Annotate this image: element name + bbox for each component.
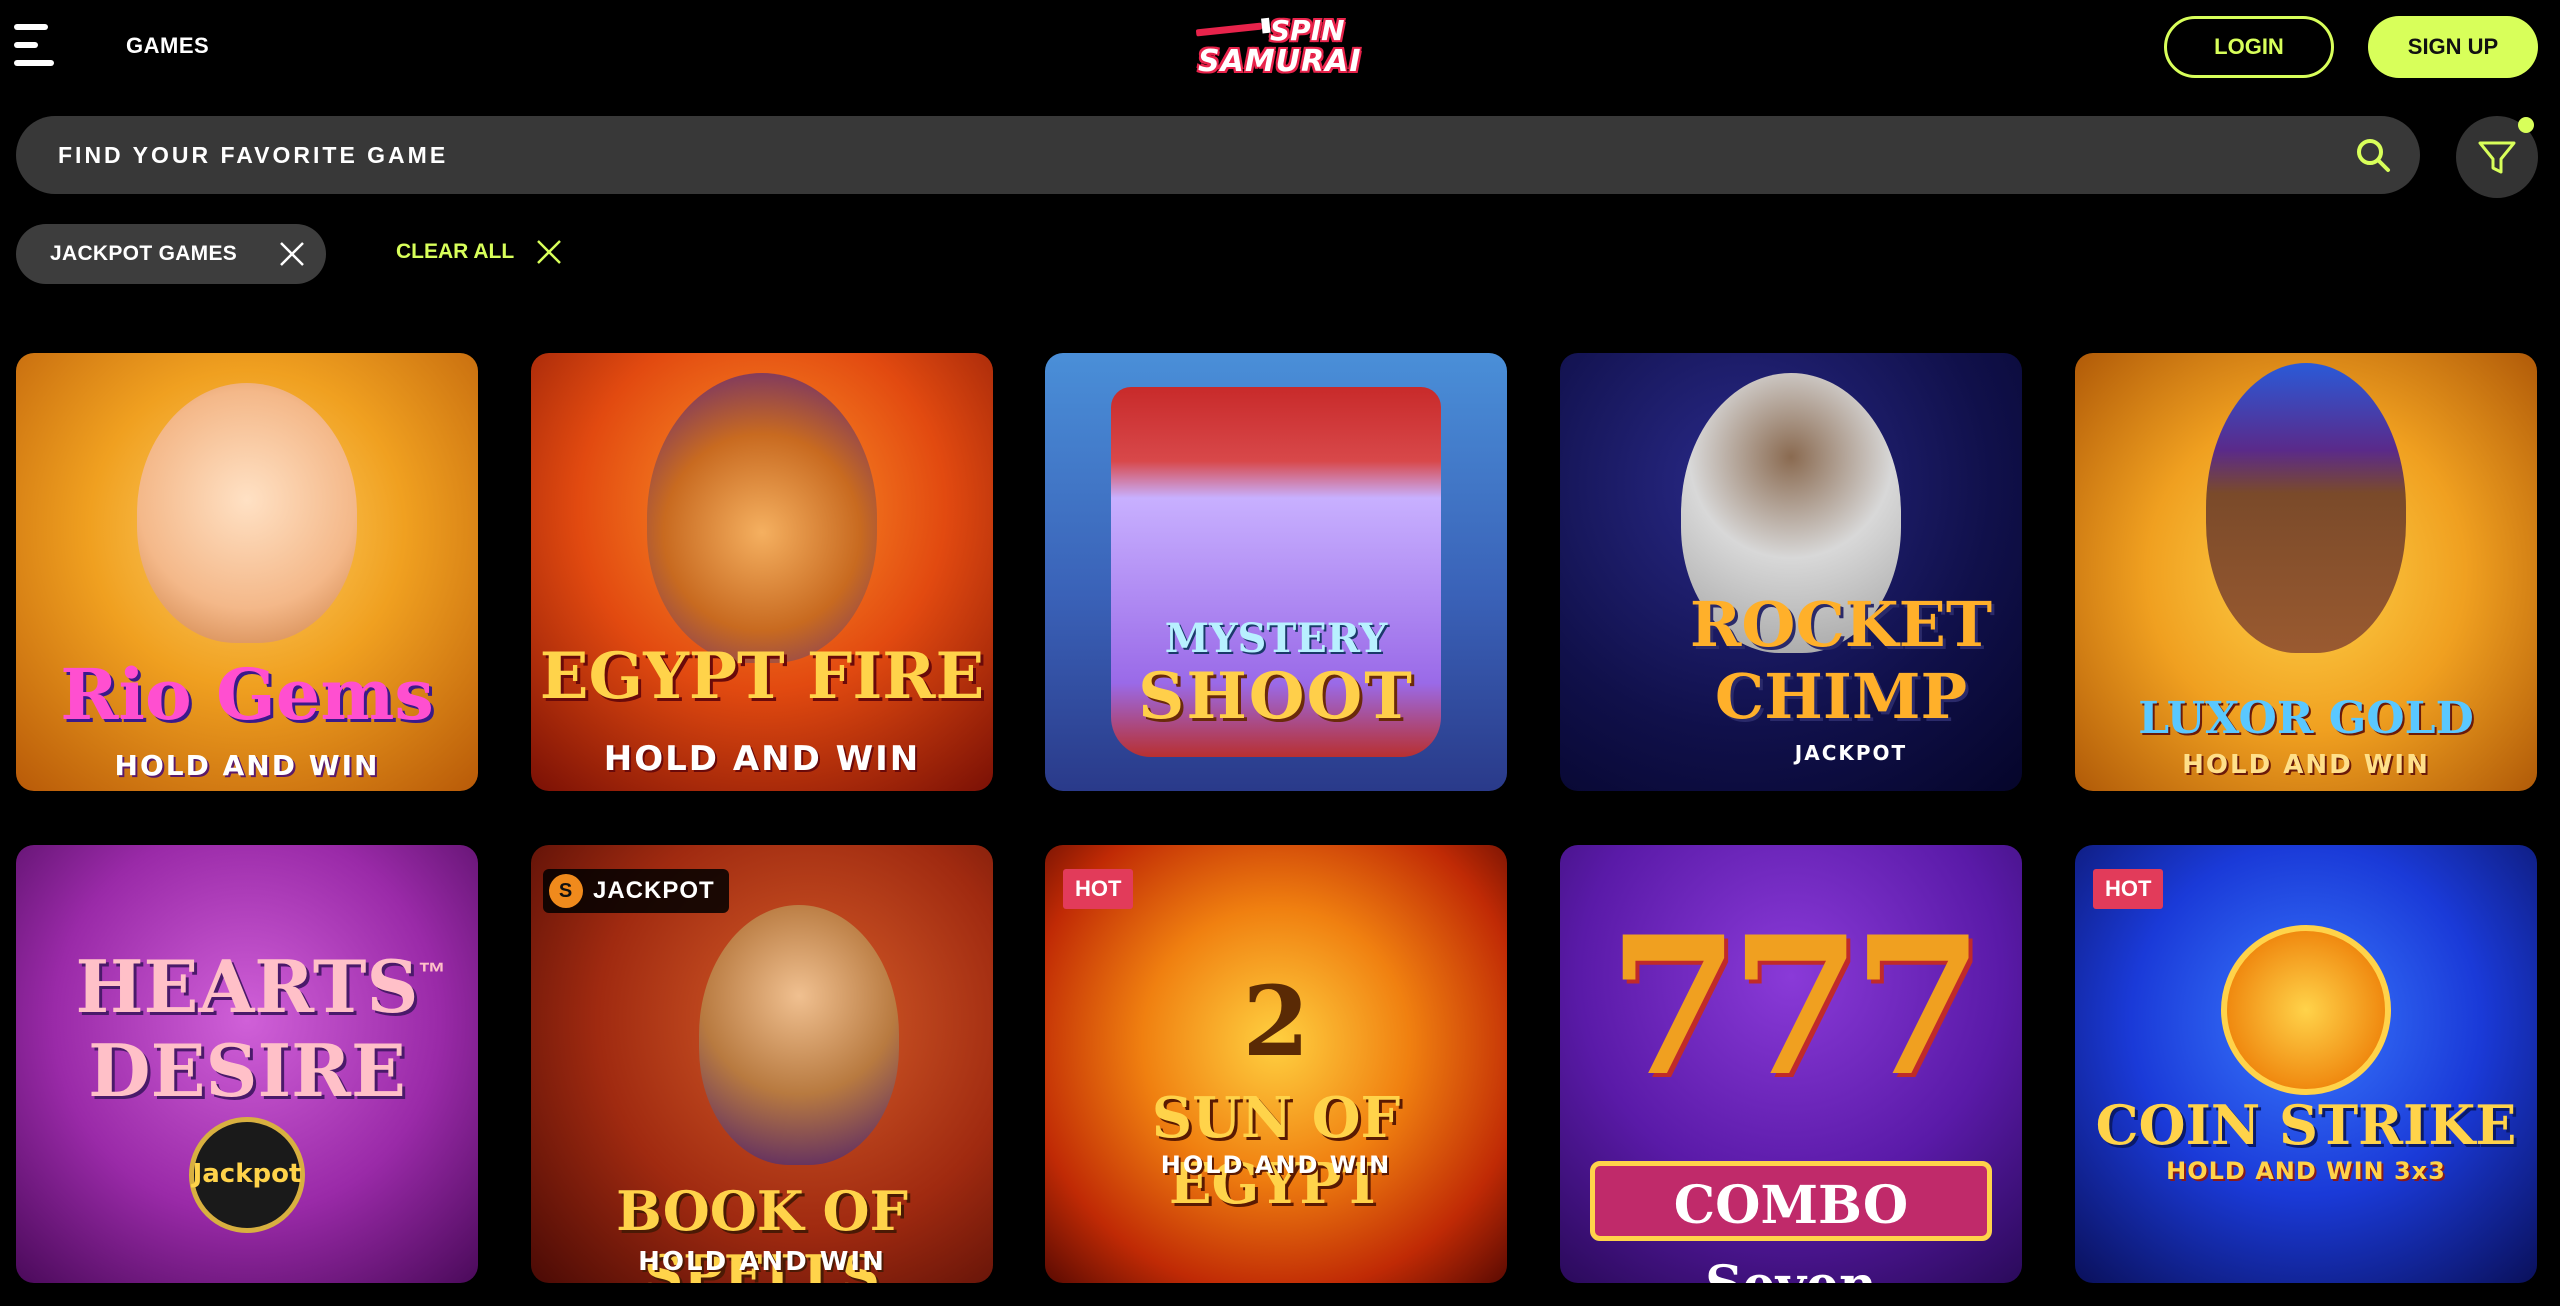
game-subtitle: HOLD AND WIN 3x3 <box>2166 1157 2446 1185</box>
filter-funnel-icon <box>2478 141 2516 174</box>
game-tile[interactable]: LUXOR GOLD HOLD AND WIN <box>2075 353 2537 791</box>
game-tile[interactable]: S JACKPOT BOOK OF SPELLS HOLD AND WIN <box>531 845 993 1283</box>
top-header: GAMES SPIN SAMURAI LOGIN SIGN UP <box>0 0 2560 96</box>
game-tile[interactable]: HEARTS DESIRE ™ Jackpot <box>16 845 478 1283</box>
filter-chip-jackpot-games: JACKPOT GAMES <box>16 224 326 284</box>
game-title: COIN STRIKE <box>2095 1093 2517 1157</box>
game-subtitle: HOLD AND WIN <box>1160 1151 1392 1179</box>
close-icon[interactable] <box>278 240 306 268</box>
game-title: ROCKET CHIMP <box>1689 588 1993 733</box>
clear-all-button[interactable]: CLEAR ALL <box>396 240 514 264</box>
game-subtitle: HOLD AND WIN <box>114 749 380 782</box>
game-subtitle: Jackpot <box>192 1159 302 1189</box>
badge-label: JACKPOT <box>593 877 715 904</box>
hot-badge: HOT <box>1063 869 1134 909</box>
game-subtitle: HOLD AND WIN <box>638 1247 886 1277</box>
signup-button[interactable]: SIGN UP <box>2368 16 2538 78</box>
coin-icon: S <box>549 874 583 908</box>
logo-text-line2: SAMURAI <box>1198 44 1362 79</box>
search-icon[interactable] <box>2354 136 2392 174</box>
search-input[interactable] <box>58 116 2258 194</box>
game-artwork <box>647 373 877 663</box>
game-subtitle: JACKPOT <box>1794 741 1908 765</box>
game-artwork <box>698 905 899 1165</box>
game-title: EGYPT FIRE <box>539 639 985 714</box>
game-tile[interactable]: HOT 2 SUN OF EGYPT HOLD AND WIN <box>1045 845 1507 1283</box>
game-tile[interactable]: MYSTERY SHOOT <box>1045 353 1507 791</box>
spin-samurai-logo[interactable]: SPIN SAMURAI <box>1195 12 1361 79</box>
game-tile[interactable]: EGYPT FIRE HOLD AND WIN <box>531 353 993 791</box>
filter-chip-label: JACKPOT GAMES <box>50 242 238 265</box>
game-tile[interactable]: Rio Gems HOLD AND WIN <box>16 353 478 791</box>
game-subtitle: SHOOT <box>1138 659 1414 734</box>
game-title: COMBO Seven <box>1590 1161 1992 1283</box>
game-title: HEARTS DESIRE <box>75 944 419 1113</box>
search-bar <box>16 116 2420 194</box>
game-title: Rio Gems <box>60 653 434 736</box>
game-title: MYSTERY <box>1164 615 1388 662</box>
game-title: LUXOR GOLD <box>2138 693 2474 744</box>
game-subtitle: HOLD AND WIN <box>2182 750 2430 780</box>
game-number: 2 <box>1242 965 1310 1078</box>
game-artwork <box>137 383 357 643</box>
hot-badge: HOT <box>2093 869 2164 909</box>
game-tile[interactable]: 777 COMBO Seven <box>1560 845 2022 1283</box>
game-tile[interactable]: ROCKET CHIMP JACKPOT <box>1560 353 2022 791</box>
game-artwork <box>2206 363 2406 653</box>
game-subtitle: HOLD AND WIN <box>603 739 921 779</box>
sword-logo-icon <box>1195 22 1263 37</box>
clear-all-close-icon[interactable] <box>535 238 563 266</box>
games-nav-link[interactable]: GAMES <box>126 33 209 59</box>
trademark-symbol: ™ <box>418 957 446 988</box>
game-tile[interactable]: HOT COIN STRIKE HOLD AND WIN 3x3 <box>2075 845 2537 1283</box>
logo-text-line1: SPIN <box>1270 14 1345 47</box>
jackpot-badge: S JACKPOT <box>543 869 729 913</box>
login-button[interactable]: LOGIN <box>2164 16 2334 78</box>
filter-active-indicator <box>2518 117 2534 133</box>
hamburger-menu-icon[interactable] <box>14 22 58 68</box>
game-artwork-sevens: 777 <box>1607 895 1985 1118</box>
lightning-coin-icon <box>2221 925 2391 1095</box>
